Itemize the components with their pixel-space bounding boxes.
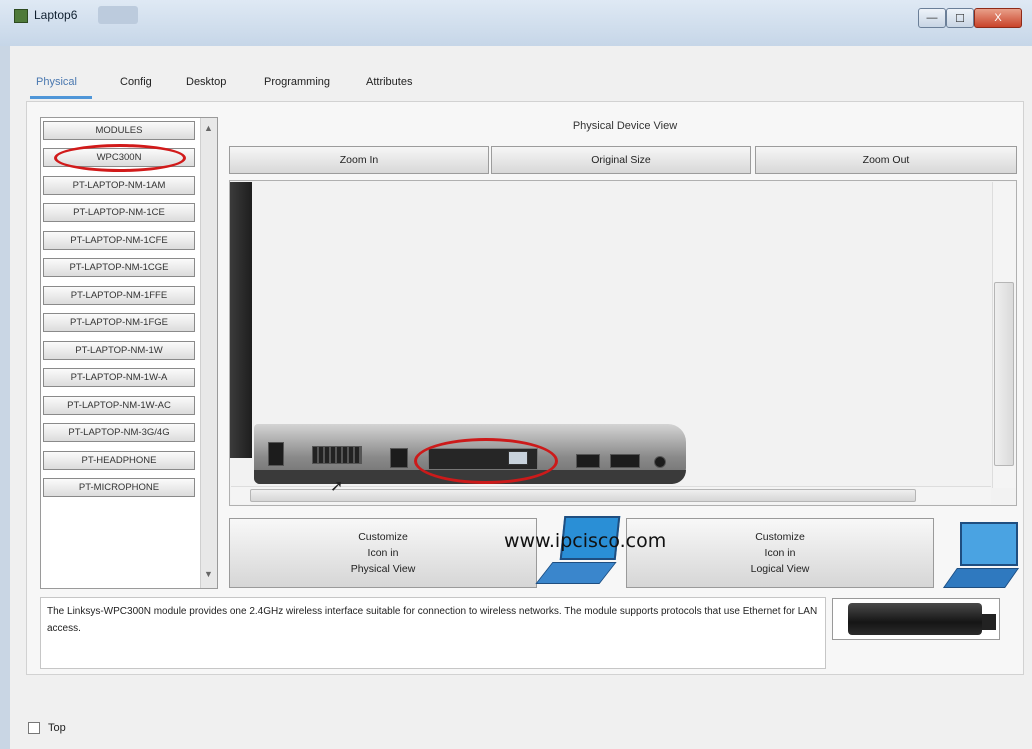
title-bar[interactable] — [0, 0, 1032, 46]
wireless-card-connector — [982, 614, 996, 630]
zoom-out-button[interactable]: Zoom Out — [755, 146, 1017, 174]
modules-scrollbar[interactable] — [200, 118, 217, 588]
module-highlight-circle — [54, 144, 186, 172]
customize-physical-icon-button[interactable]: Customize Icon in Physical View — [229, 518, 537, 588]
button-label: Icon in — [367, 547, 399, 559]
module-item[interactable]: PT-MICROPHONE — [43, 478, 195, 497]
original-size-button[interactable]: Original Size — [491, 146, 751, 174]
wireless-card-icon — [848, 603, 982, 635]
watermark-text: www.ipcisco.com — [504, 530, 667, 552]
laptop-port — [610, 454, 640, 468]
scroll-down-arrow-icon[interactable]: ▼ — [200, 566, 217, 582]
physical-device-view-title: Physical Device View — [572, 120, 678, 132]
maximize-button[interactable]: ☐ — [946, 8, 974, 28]
modules-header[interactable]: MODULES — [43, 121, 195, 140]
top-checkbox[interactable] — [28, 722, 40, 734]
tab-attributes[interactable]: Attributes — [366, 76, 412, 88]
module-item[interactable]: PT-LAPTOP-NM-1AM — [43, 176, 195, 195]
audio-jack — [654, 456, 666, 468]
module-description: The Linksys-WPC300N module provides one … — [40, 597, 826, 669]
top-checkbox-label: Top — [48, 722, 66, 734]
window-title: Laptop6 — [34, 8, 78, 22]
laptop-port — [576, 454, 600, 468]
laptop-vent — [312, 446, 362, 464]
button-label: Physical View — [350, 563, 416, 575]
tab-desktop[interactable]: Desktop — [186, 76, 226, 88]
tab-physical[interactable]: Physical — [36, 76, 77, 88]
logical-laptop-icon — [960, 522, 1018, 566]
button-label: Logical View — [750, 563, 810, 575]
active-tab-indicator — [30, 96, 92, 99]
horizontal-scroll-thumb[interactable] — [250, 489, 916, 502]
tab-config[interactable]: Config — [120, 76, 152, 88]
module-item[interactable]: PT-LAPTOP-NM-1CFE — [43, 231, 195, 250]
close-button[interactable]: X — [974, 8, 1022, 28]
module-item[interactable]: PT-HEADPHONE — [43, 451, 195, 470]
mouse-cursor-icon: ➚ — [330, 478, 344, 495]
module-item[interactable]: PT-LAPTOP-NM-1CGE — [43, 258, 195, 277]
module-item[interactable]: PT-LAPTOP-NM-1W — [43, 341, 195, 360]
module-item[interactable]: PT-LAPTOP-NM-1W-AC — [43, 396, 195, 415]
zoom-in-button[interactable]: Zoom In — [229, 146, 489, 174]
module-item[interactable]: PT-LAPTOP-NM-1W-A — [43, 368, 195, 387]
button-label: Customize — [358, 531, 408, 543]
title-decoration — [98, 6, 138, 24]
slot-highlight-circle — [414, 438, 558, 484]
laptop-app-icon — [14, 9, 28, 23]
scroll-up-arrow-icon[interactable]: ▲ — [200, 120, 217, 136]
minimize-button[interactable]: — — [918, 8, 946, 28]
tab-programming[interactable]: Programming — [264, 76, 330, 88]
customize-logical-icon-button[interactable]: Customize Icon in Logical View — [626, 518, 934, 588]
tab-bar — [26, 66, 1032, 100]
button-label: Customize — [755, 531, 805, 543]
module-item[interactable]: PT-LAPTOP-NM-1FFE — [43, 286, 195, 305]
laptop-lid — [230, 182, 252, 458]
module-item[interactable]: PT-LAPTOP-NM-1CE — [43, 203, 195, 222]
laptop-port — [268, 442, 284, 466]
module-item[interactable]: PT-LAPTOP-NM-3G/4G — [43, 423, 195, 442]
button-label: Icon in — [764, 547, 796, 559]
laptop-port — [390, 448, 408, 468]
vertical-scroll-thumb[interactable] — [994, 282, 1014, 466]
module-item[interactable]: PT-LAPTOP-NM-1FGE — [43, 313, 195, 332]
